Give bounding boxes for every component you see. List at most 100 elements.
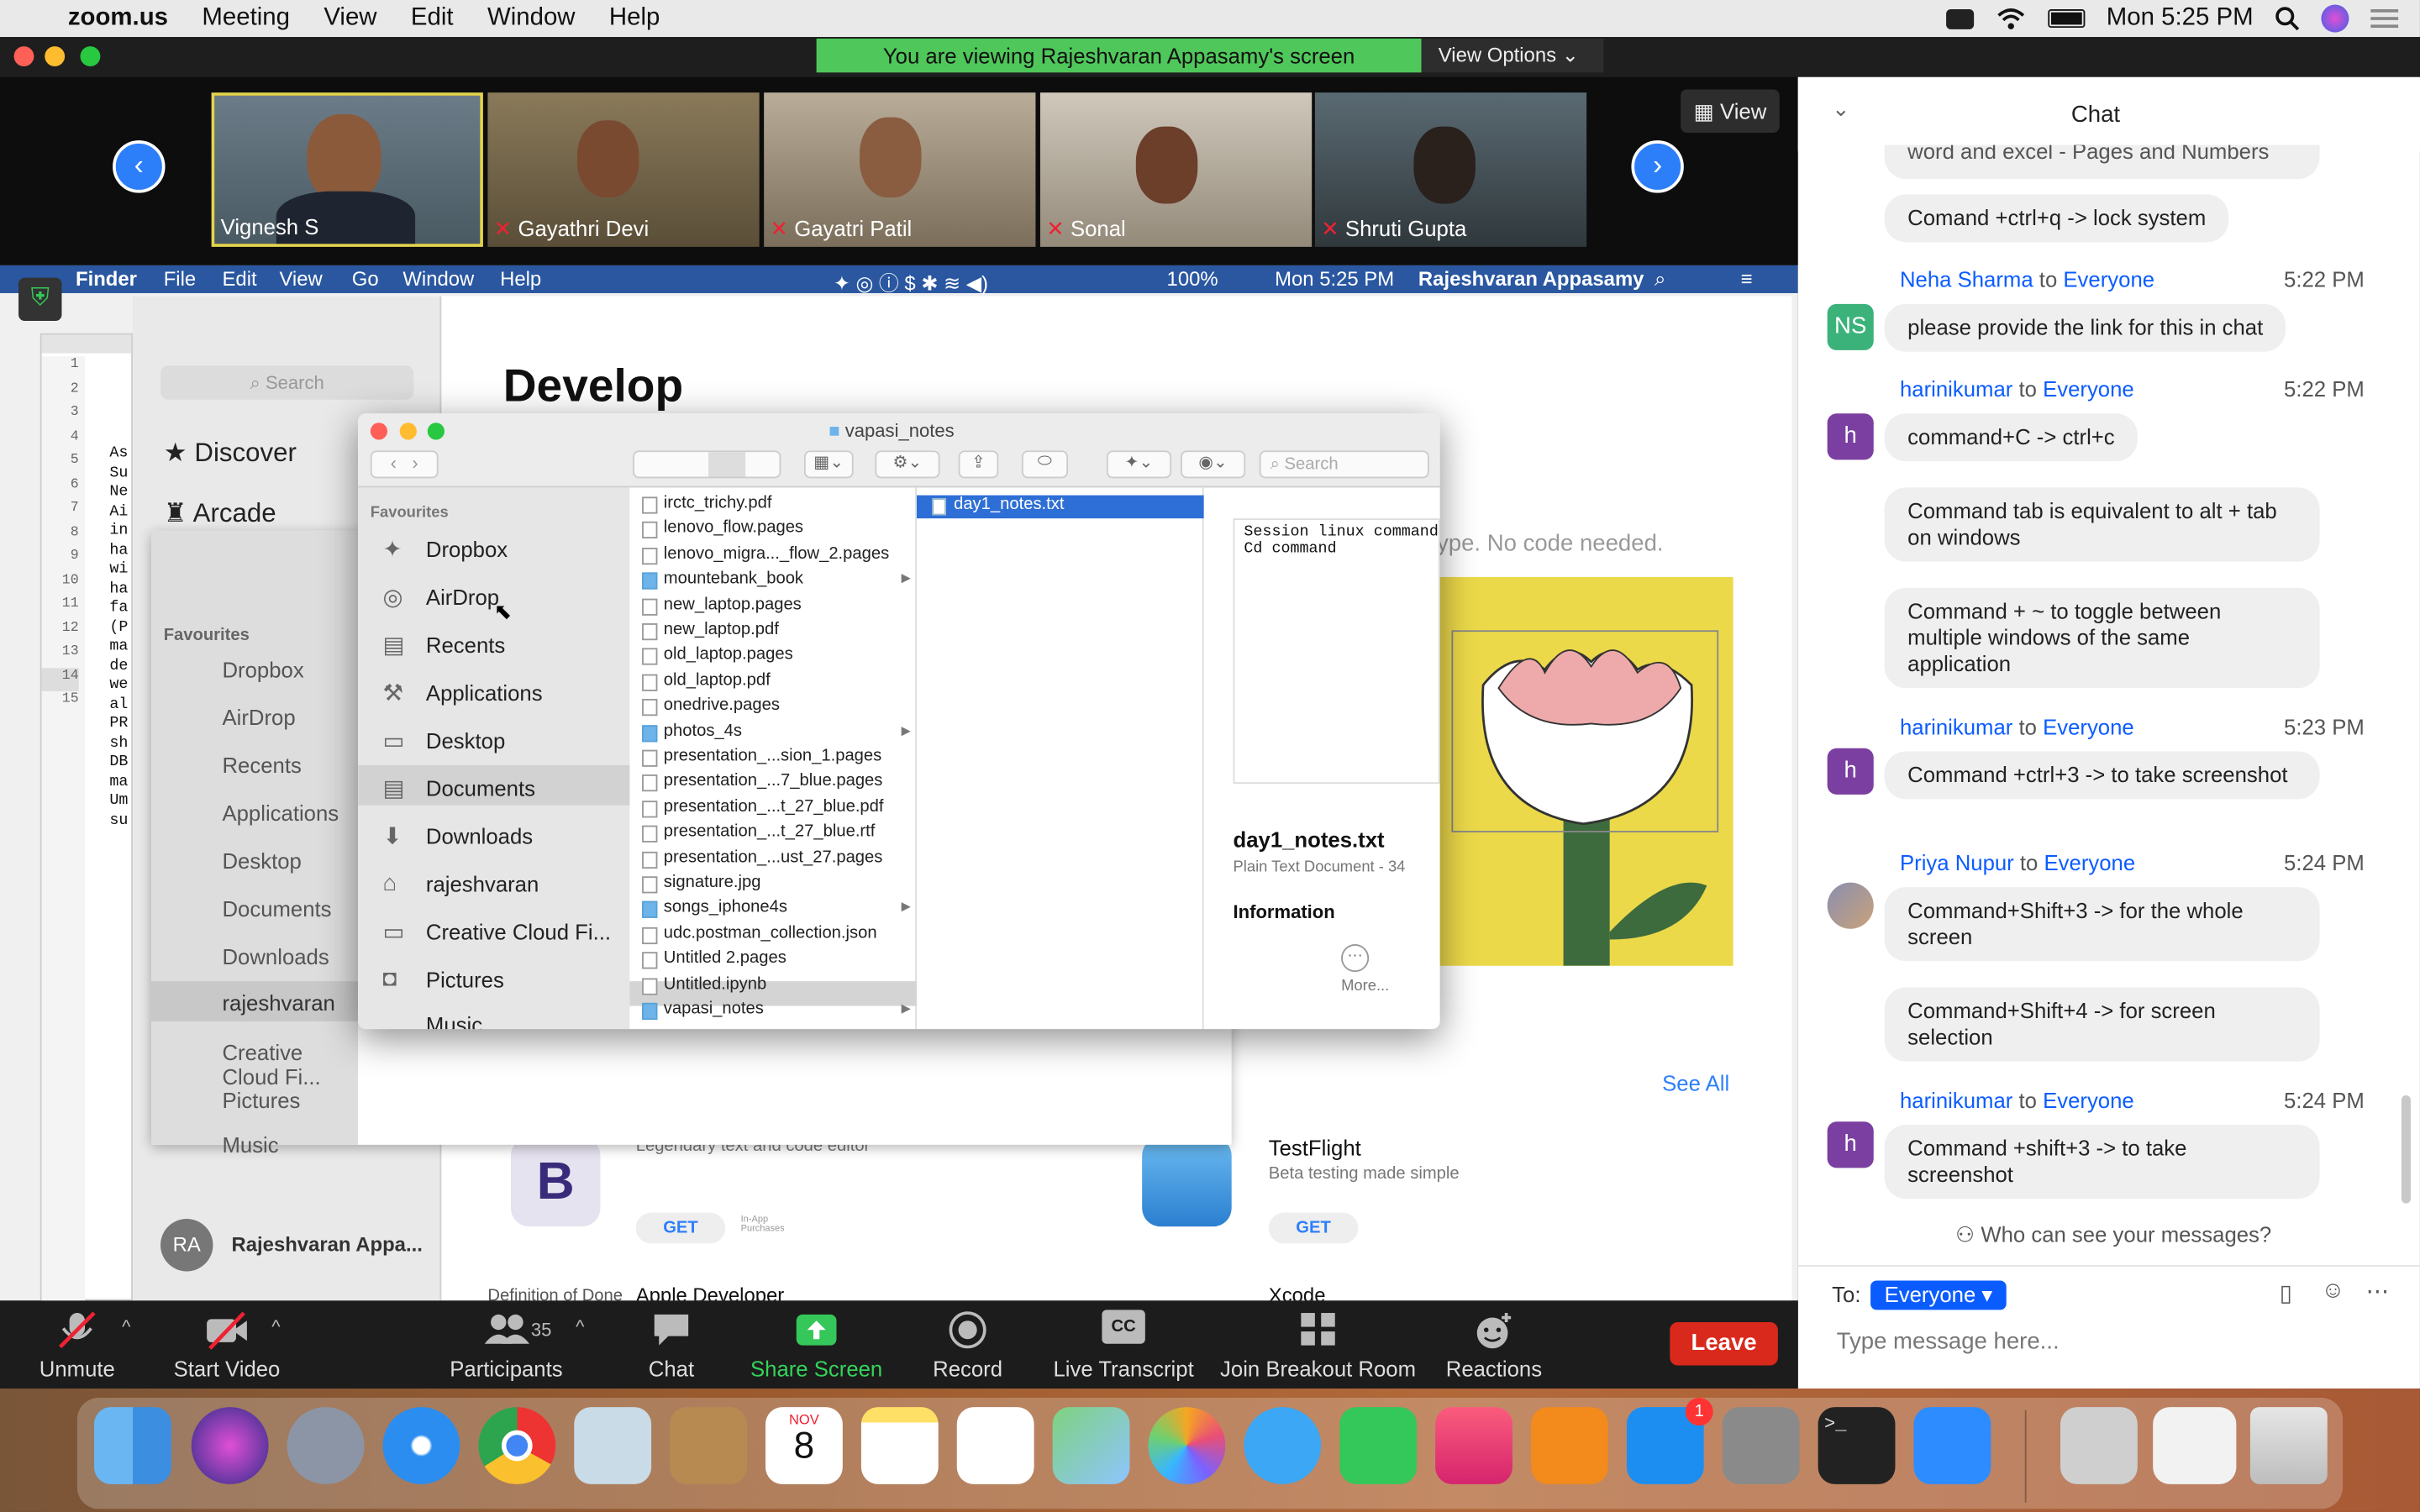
discover-item[interactable]: ★ Discover <box>164 438 297 470</box>
previous-page-button[interactable]: ‹ <box>113 140 166 193</box>
next-page-button[interactable]: › <box>1631 140 1684 193</box>
see-all-link[interactable]: See All <box>1662 1071 1729 1095</box>
list-item[interactable]: presentation_...sion_1.pages <box>664 747 881 765</box>
sidebar-item-applications[interactable]: Applications <box>222 801 339 825</box>
video-tile[interactable]: ✕ Shruti Gupta <box>1314 92 1587 247</box>
list-item[interactable]: new_laptop.pages <box>664 595 802 613</box>
chevron-up-icon[interactable]: ^ <box>122 1316 130 1338</box>
testflight-title[interactable]: TestFlight <box>1269 1136 1361 1160</box>
sidebar-item-desktop[interactable]: Desktop <box>222 848 301 873</box>
app-store-dock-icon[interactable]: 1 <box>1626 1398 1713 1484</box>
sidebar-item-applications[interactable]: Applications <box>426 680 543 705</box>
view-mode-selector[interactable] <box>633 450 781 479</box>
app-store-search[interactable]: ⌕ Search <box>160 365 414 400</box>
back-forward-buttons[interactable]: ‹ › <box>370 450 439 479</box>
terminal-dock-icon[interactable]: >_ <box>1818 1407 1896 1484</box>
minimize-window-icon[interactable] <box>399 423 417 440</box>
list-item[interactable]: photos_4s <box>664 722 742 740</box>
menu-app-name[interactable]: zoom.us <box>68 5 168 33</box>
sidebar-item-recents[interactable]: Recents <box>222 753 301 777</box>
finder-dock-icon[interactable] <box>94 1407 171 1484</box>
reactions-button[interactable]: Reactions <box>1446 1310 1542 1381</box>
leave-button[interactable]: Leave <box>1670 1322 1778 1366</box>
arcade-item[interactable]: ♜ Arcade <box>164 498 276 529</box>
zoom-dock-icon[interactable] <box>1913 1407 1991 1484</box>
live-transcript-button[interactable]: CC Live Transcript <box>1054 1310 1194 1381</box>
share-icon[interactable]: ⇪ <box>958 450 999 479</box>
gallery-view-button[interactable]: ▦ View <box>1681 89 1780 133</box>
list-item[interactable]: onedrive.pages <box>664 696 780 715</box>
bbedit-get-button[interactable]: GET <box>635 1212 726 1244</box>
view-options-button[interactable]: View Options ⌄ <box>1421 38 1604 73</box>
emoji-icon[interactable]: ☺ <box>2321 1278 2344 1304</box>
downloads-stack-dock-icon[interactable] <box>2060 1407 2138 1484</box>
sidebar-item-rajeshvaran[interactable]: rajeshvaran <box>426 872 539 896</box>
breakout-room-button[interactable]: Join Breakout Room <box>1220 1310 1416 1381</box>
user-avatar[interactable]: RA <box>160 1218 213 1272</box>
zoom-status-icon[interactable] <box>1945 8 1974 29</box>
close-window-icon[interactable] <box>370 423 388 440</box>
list-item[interactable]: presentation_...t_27_blue.rtf <box>664 822 876 841</box>
sidebar-item-documents[interactable]: Documents <box>426 776 535 801</box>
reminders-dock-icon[interactable] <box>956 1407 1034 1484</box>
video-tile[interactable]: ✕ Gayathri Devi <box>487 92 760 247</box>
list-item[interactable]: Definition of Done <box>487 1287 623 1301</box>
chevron-down-icon[interactable]: ⌄ <box>1832 96 1850 122</box>
launchpad-dock-icon[interactable] <box>287 1407 365 1484</box>
recipient-dropdown[interactable]: Everyone ▾ <box>1870 1280 2007 1310</box>
sender-name[interactable]: harinikumar <box>1900 1088 2012 1112</box>
sidebar-item-music[interactable]: Music <box>426 1012 482 1029</box>
safari-dock-icon[interactable] <box>382 1407 460 1484</box>
bbedit-icon[interactable]: B <box>510 1137 601 1227</box>
tag-icon[interactable]: ⬭ <box>1021 450 1068 479</box>
list-item[interactable]: old_laptop.pages <box>664 645 793 664</box>
eye-icon[interactable]: ◉⌄ <box>1181 450 1246 479</box>
sidebar-item-airdrop[interactable]: AirDrop <box>426 585 499 609</box>
contacts-dock-icon[interactable] <box>670 1407 747 1484</box>
sidebar-item-downloads[interactable]: Downloads <box>426 824 533 848</box>
system-preferences-dock-icon[interactable] <box>1722 1407 1800 1484</box>
photos-dock-icon[interactable] <box>1148 1407 1226 1484</box>
list-item[interactable]: irctc_trichy.pdf <box>664 494 772 512</box>
notes-dock-icon[interactable] <box>860 1407 939 1484</box>
message-input[interactable]: Type message here... <box>1837 1328 2060 1354</box>
zoom-window-icon[interactable] <box>427 423 445 440</box>
chat-scrollbar[interactable] <box>2401 1095 2411 1204</box>
battery-icon[interactable] <box>2048 9 2086 29</box>
list-item[interactable]: presentation_...t_27_blue.pdf <box>664 797 884 816</box>
sidebar-item-dropbox[interactable]: Dropbox <box>222 657 303 681</box>
books-dock-icon[interactable] <box>1531 1407 1608 1484</box>
sidebar-item-creative-cloud[interactable]: Creative Cloud Fi... <box>222 1040 358 1089</box>
finder-search-input[interactable]: ⌕ Search <box>1259 450 1429 479</box>
zoom-window-icon[interactable] <box>80 46 101 66</box>
chrome-dock-icon[interactable] <box>478 1407 556 1484</box>
sidebar-item-desktop[interactable]: Desktop <box>426 728 505 753</box>
more-icon[interactable]: ⋯ <box>2366 1278 2390 1305</box>
dropbox-icon[interactable]: ✦⌄ <box>1106 450 1172 479</box>
siri-icon[interactable] <box>2321 4 2349 33</box>
notification-center-icon[interactable] <box>2370 8 2399 29</box>
video-tile[interactable]: ✕ Gayatri Patil <box>764 92 1036 247</box>
sidebar-item-dropbox[interactable]: Dropbox <box>426 537 508 561</box>
share-screen-button[interactable]: Share Screen <box>750 1310 882 1381</box>
chevron-up-icon[interactable]: ^ <box>576 1316 584 1338</box>
menu-meeting[interactable]: Meeting <box>202 5 290 33</box>
apple-developer-title[interactable]: Apple Developer <box>636 1284 785 1300</box>
list-item[interactable]: lenovo_migra..._flow_2.pages <box>664 544 889 563</box>
menu-view[interactable]: View <box>324 5 376 33</box>
close-window-icon[interactable] <box>13 46 34 66</box>
wifi-icon[interactable] <box>1996 6 2027 30</box>
hero-artwork[interactable] <box>1436 576 1733 966</box>
list-item[interactable]: vapasi_notes <box>664 1000 764 1018</box>
list-item[interactable]: Untitled 2.pages <box>664 949 786 968</box>
start-video-button[interactable]: Start Video <box>174 1310 280 1381</box>
group-button[interactable]: ▦⌄ <box>803 450 854 479</box>
testflight-get-button[interactable]: GET <box>1268 1212 1359 1244</box>
sender-name[interactable]: harinikumar <box>1900 714 2012 738</box>
sidebar-item-pictures[interactable]: Pictures <box>222 1088 300 1112</box>
sidebar-item-airdrop[interactable]: AirDrop <box>222 705 295 729</box>
mail-eagle-dock-icon[interactable] <box>574 1407 652 1484</box>
list-item[interactable]: old_laptop.pdf <box>664 671 771 690</box>
record-button[interactable]: Record <box>933 1310 1002 1381</box>
spotlight-icon[interactable] <box>2275 6 2300 31</box>
